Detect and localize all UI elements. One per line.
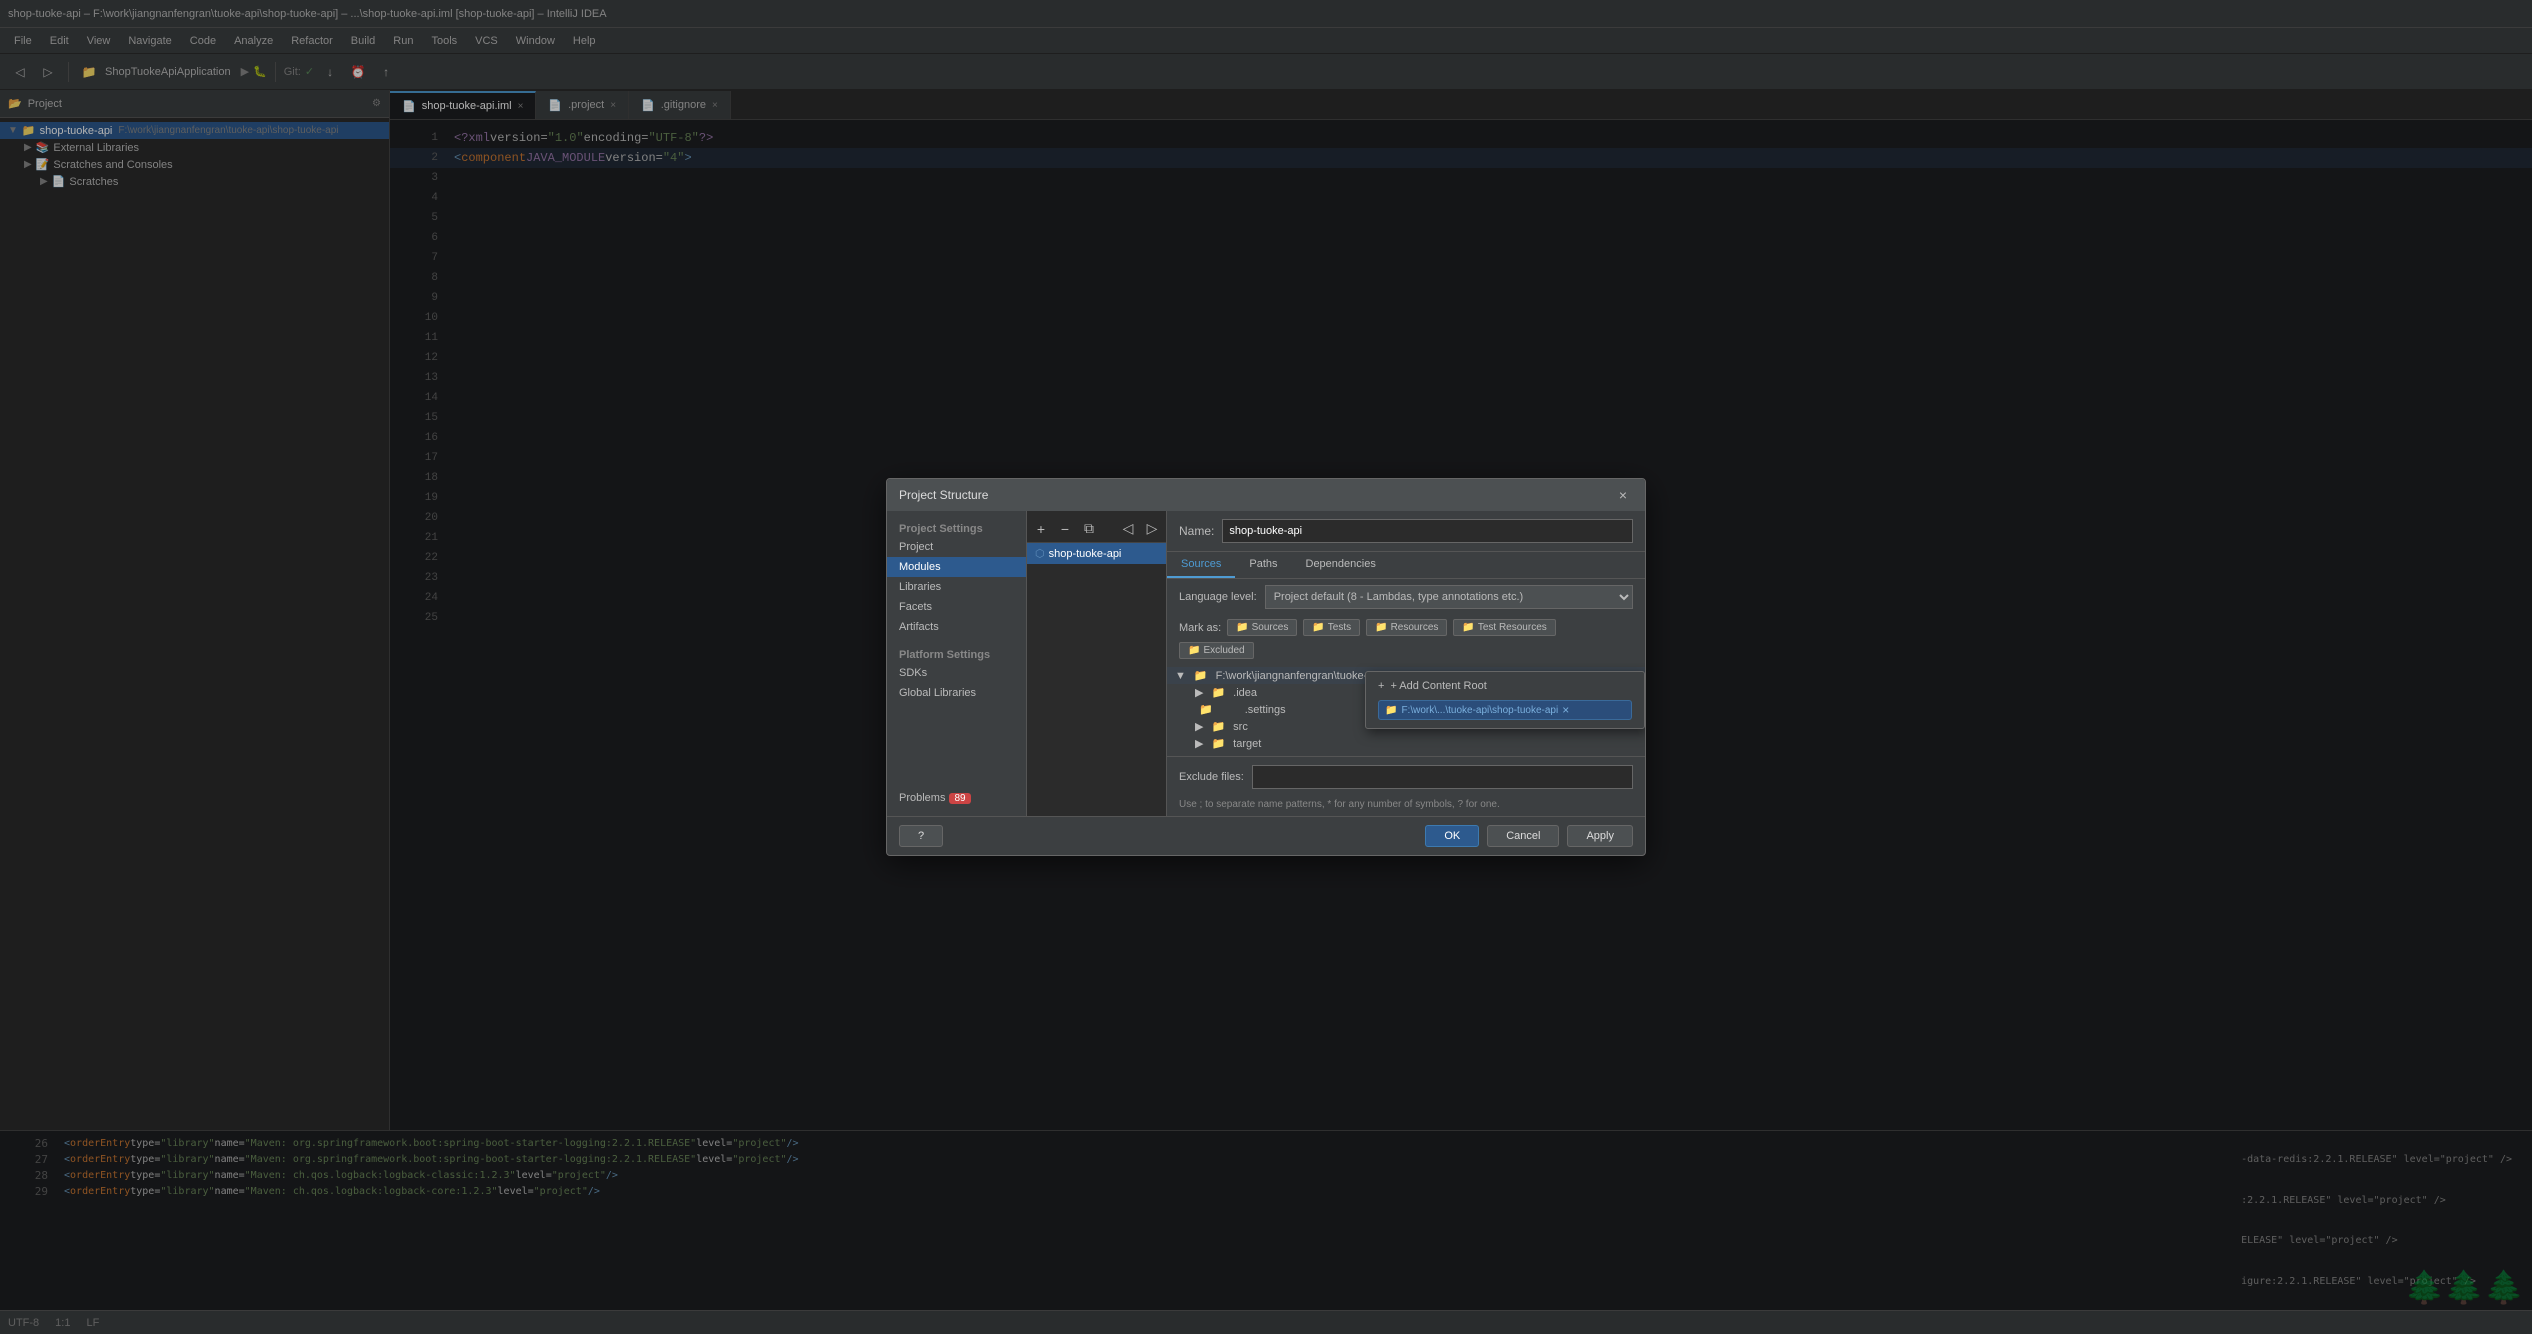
nav-forward-button[interactable]: ▷ xyxy=(1142,519,1162,539)
excluded-folder-icon: 📁 xyxy=(1188,645,1200,656)
right-tabs: Sources Paths Dependencies xyxy=(1167,552,1645,579)
mark-resources-button[interactable]: 📁 Resources xyxy=(1366,619,1447,636)
src-expand-arrow: ▶ xyxy=(1195,720,1203,733)
tests-folder-icon: 📁 xyxy=(1312,622,1324,633)
add-content-root-icon: + xyxy=(1378,680,1384,692)
target-folder-item[interactable]: ▶ 📁 target xyxy=(1167,735,1645,752)
nav-spacer xyxy=(887,703,1026,788)
problems-label: Problems xyxy=(899,792,945,804)
module-tree-panel: + − ⧉ ◁ ▷ ⬡ shop-tuoke-api xyxy=(1027,511,1167,816)
path-tag: 📁 F:\work\...\tuoke-api\shop-tuoke-api × xyxy=(1378,700,1632,720)
dialog-body: Project Settings Project Modules Librari… xyxy=(887,511,1645,816)
add-content-root-popup: + + Add Content Root 📁 F:\work\...\tuoke… xyxy=(1365,671,1645,729)
idea-expand-arrow: ▶ xyxy=(1195,686,1203,699)
name-input[interactable] xyxy=(1222,519,1633,543)
module-item[interactable]: ⬡ shop-tuoke-api xyxy=(1027,543,1166,564)
nav-item-facets[interactable]: Facets xyxy=(887,597,1026,617)
settings-folder-label: .settings xyxy=(1245,704,1286,716)
mark-excluded-button[interactable]: 📁 Excluded xyxy=(1179,642,1254,659)
add-content-root-item[interactable]: + + Add Content Root xyxy=(1366,676,1644,696)
apply-button[interactable]: Apply xyxy=(1567,825,1633,847)
dialog-overlay: Project Structure × Project Settings Pro… xyxy=(0,0,2532,1334)
src-folder-icon: 📁 xyxy=(1211,720,1225,733)
target-folder-icon: 📁 xyxy=(1211,737,1225,750)
tab-dependencies[interactable]: Dependencies xyxy=(1292,552,1390,578)
mark-tests-button[interactable]: 📁 Tests xyxy=(1303,619,1360,636)
path-tag-close[interactable]: × xyxy=(1562,703,1569,717)
content-root-panel: ▼ 📁 F:\work\jiangnanfengran\tuoke-api\sh… xyxy=(1167,663,1645,756)
module-icon: ⬡ xyxy=(1035,547,1045,560)
nav-item-libraries[interactable]: Libraries xyxy=(887,577,1026,597)
src-folder-label: src xyxy=(1233,721,1248,733)
footer-buttons: OK Cancel Apply xyxy=(1425,825,1633,847)
idea-folder-label: .idea xyxy=(1233,687,1257,699)
nav-item-artifacts[interactable]: Artifacts xyxy=(887,617,1026,637)
mark-as-label: Mark as: xyxy=(1179,622,1221,634)
nav-item-project[interactable]: Project xyxy=(887,537,1026,557)
platform-settings-header: Platform Settings xyxy=(887,645,1026,663)
exclude-files-row: Exclude files: xyxy=(1167,756,1645,797)
exclude-files-label: Exclude files: xyxy=(1179,771,1244,783)
project-structure-dialog: Project Structure × Project Settings Pro… xyxy=(886,478,1646,856)
nav-back-button[interactable]: ◁ xyxy=(1118,519,1138,539)
dialog-footer: ? OK Cancel Apply xyxy=(887,816,1645,855)
language-level-select[interactable]: Project default (8 - Lambdas, type annot… xyxy=(1265,585,1633,609)
right-content-panel: Name: Sources Paths Dependencies Languag… xyxy=(1167,511,1645,816)
exclude-files-input[interactable] xyxy=(1252,765,1633,789)
exclude-hint: Use ; to separate name patterns, * for a… xyxy=(1167,797,1645,816)
remove-module-button[interactable]: − xyxy=(1055,519,1075,539)
nav-item-problems[interactable]: Problems 89 xyxy=(887,788,1026,808)
settings-folder-icon-item: 📁 xyxy=(1199,703,1213,716)
cancel-button[interactable]: Cancel xyxy=(1487,825,1559,847)
nav-separator xyxy=(887,637,1026,645)
target-folder-label: target xyxy=(1233,738,1261,750)
problems-badge: 89 xyxy=(949,793,970,804)
root-folder-icon: 📁 xyxy=(1194,669,1208,682)
language-level-label: Language level: xyxy=(1179,591,1257,603)
mark-as-row: Mark as: 📁 Sources 📁 Tests 📁 Resources xyxy=(1167,615,1645,663)
name-row: Name: xyxy=(1167,511,1645,552)
language-level-row: Language level: Project default (8 - Lam… xyxy=(1167,579,1645,615)
root-expand-arrow: ▼ xyxy=(1175,670,1186,682)
tree-panel-header: + − ⧉ ◁ ▷ xyxy=(1027,515,1166,543)
dialog-title-bar: Project Structure × xyxy=(887,479,1645,511)
nav-item-sdks[interactable]: SDKs xyxy=(887,663,1026,683)
help-button[interactable]: ? xyxy=(899,825,943,847)
dialog-title-label: Project Structure xyxy=(899,488,988,502)
target-expand-arrow: ▶ xyxy=(1195,737,1203,750)
module-label: shop-tuoke-api xyxy=(1049,548,1122,560)
project-settings-header: Project Settings xyxy=(887,519,1026,537)
ok-button[interactable]: OK xyxy=(1425,825,1479,847)
tab-sources[interactable]: Sources xyxy=(1167,552,1235,578)
resources-folder-icon: 📁 xyxy=(1375,622,1387,633)
add-content-root-label: + Add Content Root xyxy=(1390,680,1486,692)
mark-test-resources-button[interactable]: 📁 Test Resources xyxy=(1453,619,1555,636)
name-label: Name: xyxy=(1179,524,1214,538)
sources-folder-icon: 📁 xyxy=(1236,622,1248,633)
dialog-close-button[interactable]: × xyxy=(1613,485,1633,505)
left-nav-panel: Project Settings Project Modules Librari… xyxy=(887,511,1027,816)
tab-paths[interactable]: Paths xyxy=(1235,552,1291,578)
nav-item-global-libraries[interactable]: Global Libraries xyxy=(887,683,1026,703)
test-resources-folder-icon: 📁 xyxy=(1462,622,1474,633)
mark-sources-button[interactable]: 📁 Sources xyxy=(1227,619,1297,636)
nav-item-modules[interactable]: Modules xyxy=(887,557,1026,577)
path-tag-icon: 📁 xyxy=(1385,705,1397,716)
add-module-button[interactable]: + xyxy=(1031,519,1051,539)
idea-folder-icon: 📁 xyxy=(1211,686,1225,699)
copy-module-button[interactable]: ⧉ xyxy=(1079,519,1099,539)
path-tag-text: F:\work\...\tuoke-api\shop-tuoke-api xyxy=(1401,705,1558,716)
